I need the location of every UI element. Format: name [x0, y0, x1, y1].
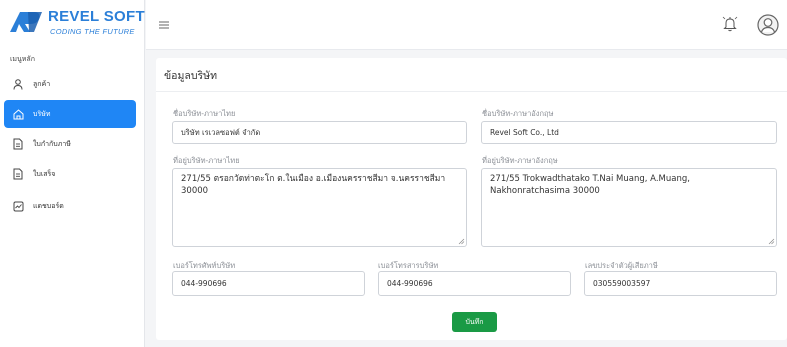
sidebar-item-label: ลูกค้า [33, 79, 51, 88]
chart-icon [12, 200, 24, 212]
page-title: ข้อมูลบริษัท [164, 70, 217, 82]
company-name-th-label: ชื่อบริษัท-ภาษาไทย [173, 109, 236, 118]
sidebar-item-label: ใบกำกับภาษี [33, 139, 71, 148]
bell-icon[interactable] [722, 15, 738, 33]
resize-grip-icon[interactable] [458, 238, 465, 245]
document-icon [12, 138, 24, 150]
sidebar-item-customers[interactable]: ลูกค้า [4, 70, 136, 98]
address-en-textarea[interactable]: 271/55 Trokwadthatako T.Nai Muang, A.Mua… [481, 168, 777, 247]
fax-input[interactable] [378, 271, 571, 296]
save-button[interactable]: บันทึก [452, 312, 497, 332]
address-th-textarea[interactable]: 271/55 ตรอกวัดท่าตะโก ต.ในเมือง อ.เมืองน… [172, 168, 467, 247]
company-name-th-input[interactable] [172, 121, 467, 144]
resize-grip-icon[interactable] [768, 238, 775, 245]
phone-input[interactable] [172, 271, 365, 296]
address-th-label: ที่อยู่บริษัท-ภาษาไทย [173, 156, 240, 165]
tax-id-input[interactable] [584, 271, 777, 296]
brand-name: REVEL SOFT [48, 8, 145, 25]
sidebar-item-label: บริษัท [33, 109, 51, 118]
revel-soft-logo-icon [10, 12, 42, 32]
company-name-en-input[interactable] [481, 121, 777, 144]
address-en-label: ที่อยู่บริษัท-ภาษาอังกฤษ [482, 156, 558, 165]
company-name-en-label: ชื่อบริษัท-ภาษาอังกฤษ [482, 109, 554, 118]
home-icon [12, 108, 24, 120]
brand-tagline: CODING THE FUTURE [50, 27, 135, 36]
receipt-icon [12, 168, 24, 180]
sidebar-item-receipt[interactable]: ใบเสร็จ [4, 160, 136, 188]
sidebar-item-label: ใบเสร็จ [33, 169, 56, 178]
sidebar-item-company[interactable]: บริษัท [4, 100, 136, 128]
avatar-icon[interactable] [757, 14, 779, 36]
sidebar: REVEL SOFT CODING THE FUTURE เมนูหลัก ลู… [0, 0, 145, 347]
menu-heading: เมนูหลัก [10, 55, 35, 63]
sidebar-item-tax-invoice[interactable]: ใบกำกับภาษี [4, 130, 136, 158]
sidebar-item-label: แดชบอร์ด [33, 201, 64, 210]
divider [156, 91, 787, 92]
user-icon [12, 78, 24, 90]
top-bar [146, 0, 787, 50]
brand-logo[interactable]: REVEL SOFT CODING THE FUTURE [8, 6, 148, 46]
sidebar-item-dashboard[interactable]: แดชบอร์ด [4, 192, 136, 220]
company-info-card: ข้อมูลบริษัท ชื่อบริษัท-ภาษาไทย ชื่อบริษ… [156, 58, 787, 340]
hamburger-icon[interactable] [158, 19, 170, 31]
